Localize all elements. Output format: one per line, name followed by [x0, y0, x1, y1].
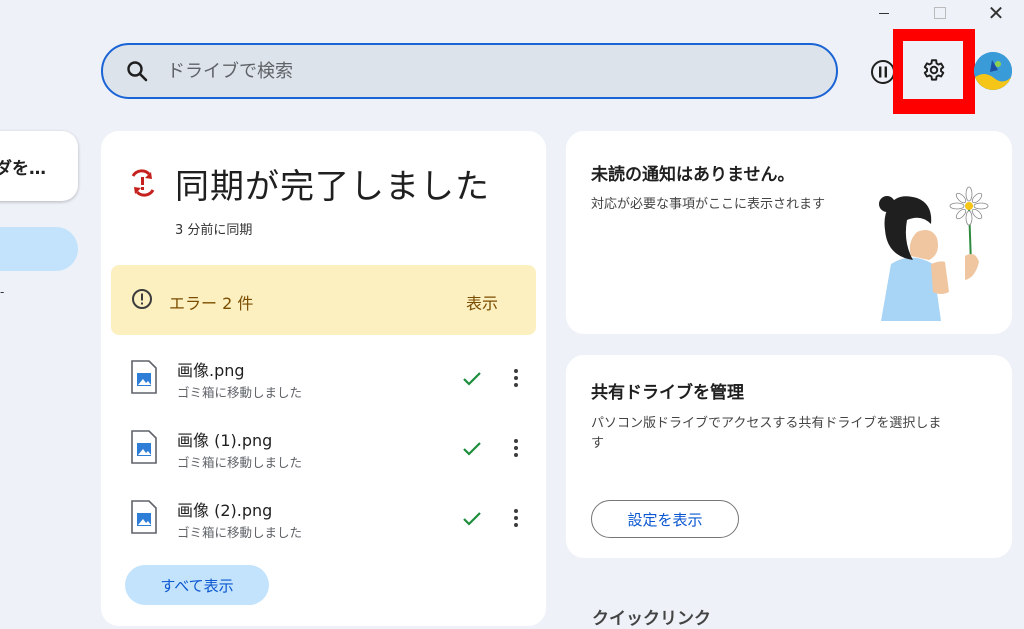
- more-vert-icon[interactable]: [506, 437, 526, 459]
- notifications-description: 対応が必要な事項がここに表示されます: [591, 197, 826, 212]
- search-icon: [127, 61, 148, 82]
- file-status: ゴミ箱に移動しました: [177, 385, 303, 400]
- error-count: エラー 2 件: [169, 294, 254, 313]
- maximize-icon: [934, 7, 946, 19]
- check-icon: [463, 442, 481, 456]
- more-vert-icon[interactable]: [506, 507, 526, 529]
- settings-highlight-box: [893, 29, 975, 114]
- sync-error-icon: [131, 169, 155, 197]
- error-banner: エラー 2 件 表示: [111, 265, 536, 335]
- view-settings-button[interactable]: 設定を表示: [591, 500, 739, 538]
- woman-with-flower-illustration: [879, 186, 989, 321]
- sync-timestamp: 3 分前に同期: [175, 223, 253, 238]
- settings-button[interactable]: [903, 41, 963, 99]
- avatar[interactable]: [974, 52, 1012, 90]
- shared-drives-description: パソコン版ドライブでアクセスする共有ドライブを選択します: [591, 416, 942, 451]
- search-bar[interactable]: [101, 43, 838, 99]
- check-icon: [463, 372, 481, 386]
- new-folder-button[interactable]: ダを…: [0, 131, 78, 201]
- quick-links-title: クイックリンク: [592, 609, 711, 629]
- close-button[interactable]: ✕: [968, 0, 1024, 26]
- image-file-icon: [131, 500, 157, 534]
- avatar-image: [974, 52, 1012, 90]
- shared-drives-title: 共有ドライブを管理: [591, 383, 744, 403]
- window-controls: ✕: [856, 0, 1024, 26]
- minimize-icon: [879, 13, 889, 14]
- image-file-icon: [131, 430, 157, 464]
- more-vert-icon[interactable]: [506, 367, 526, 389]
- sidebar-fragment: -: [0, 285, 5, 299]
- sync-title: 同期が完了しました: [175, 167, 490, 207]
- file-row[interactable]: 画像 (1).png ゴミ箱に移動しました: [101, 425, 546, 485]
- show-all-button[interactable]: すべて表示: [125, 565, 269, 605]
- file-status: ゴミ箱に移動しました: [177, 525, 303, 540]
- image-file-icon: [131, 360, 157, 394]
- search-input[interactable]: [165, 59, 769, 83]
- notifications-title: 未読の通知はありません。: [591, 165, 795, 185]
- sync-status-card: 同期が完了しました 3 分前に同期 エラー 2 件 表示 画像.png ゴミ箱に…: [101, 131, 546, 626]
- shared-drives-card: 共有ドライブを管理 パソコン版ドライブでアクセスする共有ドライブを選択します 設…: [566, 355, 1012, 558]
- minimize-button[interactable]: [856, 0, 912, 26]
- gear-icon: [923, 59, 945, 81]
- check-icon: [463, 512, 481, 526]
- file-name: 画像.png: [177, 361, 245, 380]
- alert-circle-icon: [132, 289, 152, 309]
- file-name: 画像 (2).png: [177, 501, 273, 520]
- file-row[interactable]: 画像 (2).png ゴミ箱に移動しました: [101, 495, 546, 555]
- maximize-button[interactable]: [912, 0, 968, 26]
- file-name: 画像 (1).png: [177, 431, 273, 450]
- notifications-card: 未読の通知はありません。 対応が必要な事項がここに表示されます: [566, 131, 1012, 334]
- file-row[interactable]: 画像.png ゴミ箱に移動しました: [101, 355, 546, 415]
- show-errors-button[interactable]: 表示: [466, 290, 498, 314]
- sidebar-selected-item[interactable]: [0, 227, 78, 271]
- file-status: ゴミ箱に移動しました: [177, 455, 303, 470]
